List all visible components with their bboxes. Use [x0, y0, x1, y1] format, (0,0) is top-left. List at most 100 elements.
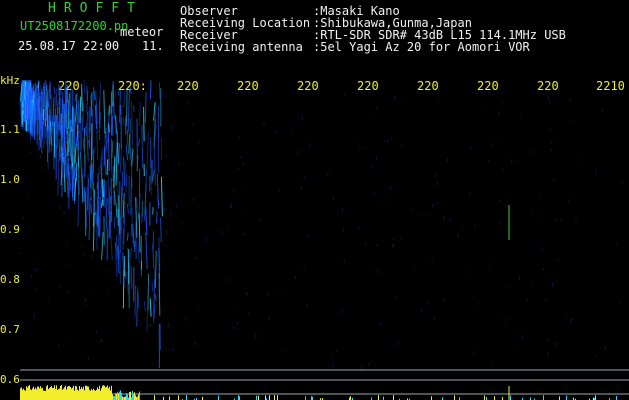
- trace-segment: [91, 163, 93, 183]
- trace-segment: [114, 90, 117, 99]
- noise-speck: [604, 345, 606, 350]
- trace-segment: [130, 265, 133, 290]
- power-bar: [543, 395, 544, 400]
- noise-speck: [531, 284, 533, 286]
- noise-speck: [194, 341, 196, 345]
- power-bar: [69, 386, 70, 400]
- power-bar: [58, 388, 59, 400]
- power-bar: [96, 389, 97, 400]
- noise-speck: [577, 159, 579, 161]
- noise-speck: [376, 243, 378, 247]
- noise-speck: [268, 316, 270, 320]
- trace-segment: [137, 241, 140, 264]
- noise-speck: [433, 317, 435, 321]
- trace-segment: [47, 84, 51, 108]
- noise-speck: [521, 335, 523, 339]
- noise-speck: [85, 304, 87, 306]
- power-bar: [494, 396, 495, 400]
- noise-speck: [327, 173, 329, 177]
- noise-speck: [93, 293, 95, 295]
- noise-speck: [93, 116, 95, 120]
- noise-speck: [90, 126, 92, 128]
- noise-speck: [195, 257, 197, 260]
- noise-speck: [267, 293, 269, 297]
- noise-speck: [233, 307, 235, 310]
- trace-segment: [153, 142, 156, 186]
- power-bar: [65, 385, 66, 400]
- noise-speck: [435, 172, 437, 177]
- noise-speck: [560, 219, 562, 222]
- noise-speck: [82, 245, 84, 248]
- noise-speck: [59, 286, 61, 289]
- noise-speck: [231, 203, 232, 208]
- trace-segment: [100, 199, 104, 208]
- power-bar: [595, 395, 596, 400]
- power-bar: [118, 393, 119, 400]
- power-bar: [68, 386, 69, 400]
- power-bar: [23, 388, 24, 400]
- noise-speck: [176, 204, 178, 208]
- noise-speck: [487, 159, 489, 162]
- noise-speck: [23, 217, 24, 220]
- power-bar: [137, 396, 138, 400]
- trace-segment: [110, 236, 113, 261]
- noise-speck: [490, 143, 492, 147]
- power-bar: [82, 388, 83, 400]
- trace-segment: [103, 178, 106, 208]
- noise-speck: [387, 199, 389, 201]
- trace-segment: [131, 208, 134, 244]
- power-bar: [67, 386, 68, 400]
- noise-speck: [508, 286, 510, 288]
- noise-speck: [492, 257, 494, 260]
- noise-speck: [616, 244, 618, 246]
- power-bar: [115, 392, 116, 400]
- noise-speck: [570, 319, 572, 323]
- power-bar: [139, 391, 140, 400]
- trace-segment: [131, 148, 134, 167]
- noise-speck: [300, 186, 302, 190]
- power-bar: [66, 389, 67, 400]
- trace-segment: [154, 250, 157, 288]
- noise-speck: [365, 243, 366, 246]
- power-bar: [431, 396, 432, 400]
- noise-speck: [63, 211, 65, 215]
- power-bar: [454, 395, 455, 400]
- power-bar: [106, 386, 107, 400]
- noise-speck: [571, 317, 573, 320]
- noise-speck: [545, 298, 547, 302]
- noise-speck: [81, 195, 82, 197]
- trace-segment: [110, 137, 113, 181]
- noise-speck: [234, 327, 236, 329]
- noise-speck: [163, 207, 165, 211]
- power-bar: [70, 387, 71, 400]
- noise-speck: [411, 209, 413, 211]
- power-bar: [46, 386, 47, 400]
- noise-speck: [432, 203, 434, 208]
- power-bar: [116, 393, 117, 400]
- trace-segment: [123, 156, 125, 186]
- power-bar: [50, 387, 51, 400]
- power-bar: [76, 386, 77, 400]
- power-bar: [134, 392, 135, 400]
- trace-segment: [92, 156, 95, 173]
- power-bars: [20, 385, 617, 400]
- trace-segment: [127, 89, 130, 133]
- power-bar: [83, 386, 84, 400]
- signal-traces: [20, 79, 624, 370]
- noise-speck: [96, 330, 98, 334]
- noise-speck: [108, 270, 110, 273]
- power-bar: [32, 388, 33, 400]
- trace-segment: [84, 191, 87, 236]
- noise-speck: [42, 168, 44, 171]
- noise-speck: [380, 322, 382, 325]
- trace-segment: [128, 134, 131, 154]
- trace-segment: [93, 146, 96, 154]
- noise-speck: [48, 298, 50, 300]
- noise-speck: [20, 252, 22, 255]
- power-bar: [30, 389, 31, 400]
- power-bar: [383, 396, 384, 400]
- power-bar: [111, 385, 112, 400]
- noise-speck: [307, 233, 309, 237]
- noise-speck: [92, 178, 94, 182]
- noise-speck: [520, 116, 521, 118]
